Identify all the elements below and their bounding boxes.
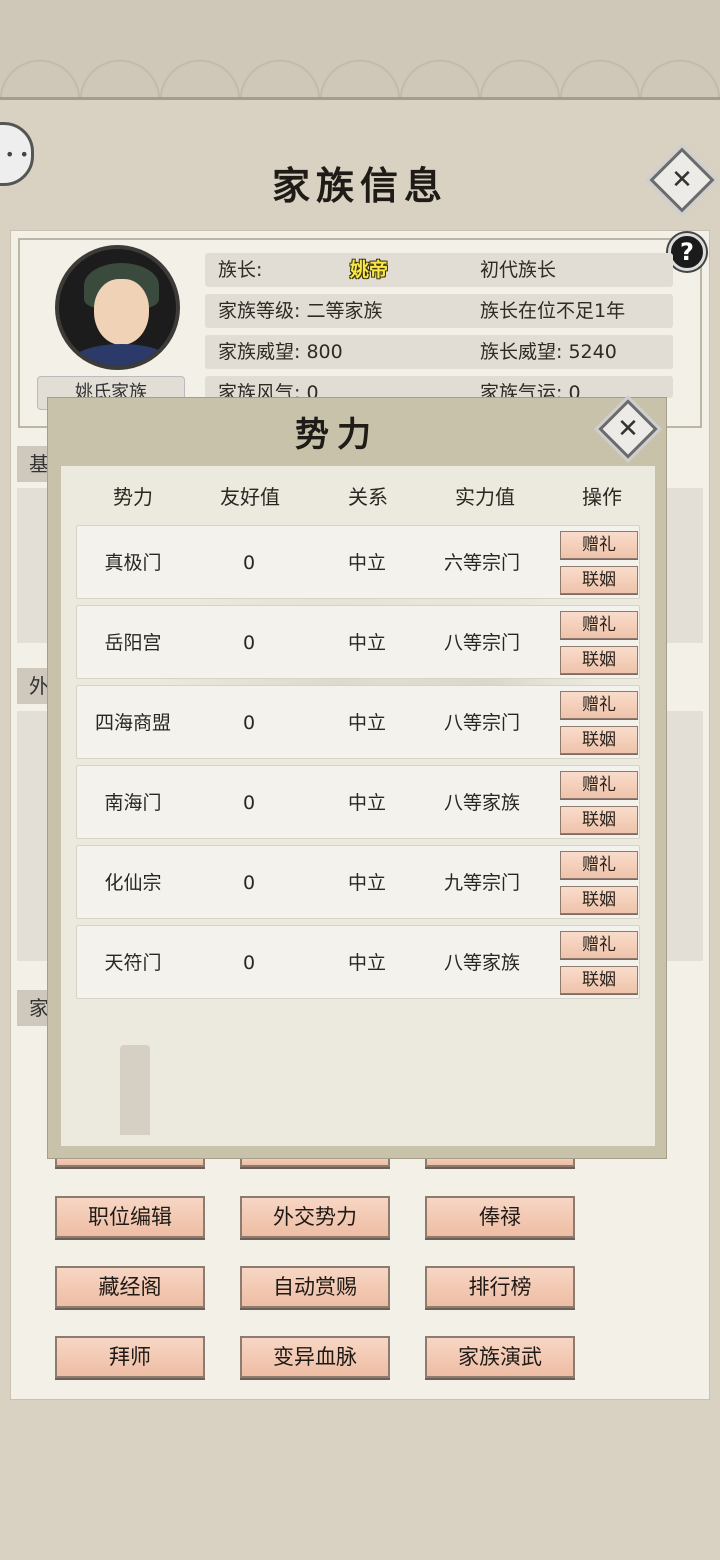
apprentice-button[interactable]: 拜师 xyxy=(55,1336,205,1378)
force-friendship: 0 xyxy=(242,792,256,814)
header-actions: 操作 xyxy=(582,485,622,509)
force-friendship: 0 xyxy=(242,712,256,734)
force-relation: 中立 xyxy=(347,952,386,974)
leader-name[interactable]: 姚帝 xyxy=(350,253,388,287)
gift-button[interactable]: 赠礼 xyxy=(560,531,638,559)
avatar-face xyxy=(94,279,149,345)
force-strength: 八等家族 xyxy=(443,792,520,814)
leaderboard-button[interactable]: 排行榜 xyxy=(425,1266,575,1308)
marriage-button[interactable]: 联姻 xyxy=(560,646,638,674)
header-strength: 实力值 xyxy=(455,485,515,509)
table-row: 真极门 0 中立 六等宗门 赠礼 联姻 xyxy=(76,525,640,599)
force-relation: 中立 xyxy=(347,872,386,894)
marriage-button[interactable]: 联姻 xyxy=(560,886,638,914)
force-strength: 八等宗门 xyxy=(443,712,520,734)
top-banner xyxy=(0,0,720,100)
force-strength: 九等宗门 xyxy=(443,872,520,894)
close-icon: ✕ xyxy=(671,165,693,195)
force-friendship: 0 xyxy=(242,872,256,894)
header-force: 势力 xyxy=(113,485,153,509)
section-basic-tab: 基 xyxy=(17,446,51,482)
info-row-prestige: 家族威望: 800 族长威望: 5240 xyxy=(205,335,673,369)
auto-reward-button[interactable]: 自动赏赐 xyxy=(240,1266,390,1308)
force-name: 真极门 xyxy=(104,552,162,574)
force-relation: 中立 xyxy=(347,792,386,814)
diplomacy-forces-button[interactable]: 外交势力 xyxy=(240,1196,390,1238)
table-row: 岳阳宫 0 中立 八等宗门 赠礼 联姻 xyxy=(76,605,640,679)
gift-button[interactable]: 赠礼 xyxy=(560,611,638,639)
page-title: 家族信息 xyxy=(271,163,448,208)
info-row-leader: 族长: 姚帝 初代族长 xyxy=(205,253,673,287)
pagoda-decoration xyxy=(120,1045,150,1135)
salary-button[interactable]: 俸禄 xyxy=(425,1196,575,1238)
force-strength: 八等宗门 xyxy=(443,632,520,654)
table-row: 南海门 0 中立 八等家族 赠礼 联姻 xyxy=(76,765,640,839)
force-friendship: 0 xyxy=(242,552,256,574)
help-icon[interactable]: ? xyxy=(668,233,706,271)
section-family-tab: 家 xyxy=(17,990,51,1026)
gift-button[interactable]: 赠礼 xyxy=(560,771,638,799)
table-row: 天符门 0 中立 八等家族 赠礼 联姻 xyxy=(76,925,640,999)
force-name: 四海商盟 xyxy=(94,712,171,734)
force-name: 天符门 xyxy=(104,952,162,974)
force-relation: 中立 xyxy=(347,552,386,574)
info-leader-label: 族长: xyxy=(218,259,263,281)
info-family-culture: 家族风气: 0 xyxy=(218,382,319,398)
force-strength: 六等宗门 xyxy=(443,552,520,574)
info-leader-generation: 初代族长 xyxy=(480,259,557,281)
force-relation: 中立 xyxy=(347,632,386,654)
marriage-button[interactable]: 联姻 xyxy=(560,966,638,994)
avatar[interactable] xyxy=(55,245,180,370)
header-friendship: 友好值 xyxy=(220,485,280,509)
position-edit-button[interactable]: 职位编辑 xyxy=(55,1196,205,1238)
header-relation: 关系 xyxy=(348,485,388,509)
section-diplomacy-tab: 外 xyxy=(17,668,51,704)
force-name: 岳阳宫 xyxy=(104,632,162,654)
info-leader-tenure: 族长在位不足1年 xyxy=(480,300,626,322)
info-family-level: 家族等级: 二等家族 xyxy=(218,300,383,322)
marriage-button[interactable]: 联姻 xyxy=(560,806,638,834)
info-leader-prestige: 族长威望: 5240 xyxy=(480,341,617,363)
modal-title: 势力 xyxy=(295,415,379,455)
scripture-pavilion-button[interactable]: 藏经阁 xyxy=(55,1266,205,1308)
force-friendship: 0 xyxy=(242,952,256,974)
table-row: 化仙宗 0 中立 九等宗门 赠礼 联姻 xyxy=(76,845,640,919)
info-row-culture: 家族风气: 0 家族气运: 0 xyxy=(205,376,673,398)
gift-button[interactable]: 赠礼 xyxy=(560,691,638,719)
family-martial-button[interactable]: 家族演武 xyxy=(425,1336,575,1378)
close-icon: ✕ xyxy=(617,414,639,444)
table-row: 四海商盟 0 中立 八等宗门 赠礼 联姻 xyxy=(76,685,640,759)
marriage-button[interactable]: 联姻 xyxy=(560,566,638,594)
gift-button[interactable]: 赠礼 xyxy=(560,851,638,879)
mutant-bloodline-button[interactable]: 变异血脉 xyxy=(240,1336,390,1378)
force-friendship: 0 xyxy=(242,632,256,654)
gift-button[interactable]: 赠礼 xyxy=(560,931,638,959)
marriage-button[interactable]: 联姻 xyxy=(560,726,638,754)
force-strength: 八等家族 xyxy=(443,952,520,974)
info-row-level: 家族等级: 二等家族 族长在位不足1年 xyxy=(205,294,673,328)
info-family-prestige: 家族威望: 800 xyxy=(218,341,343,363)
force-relation: 中立 xyxy=(347,712,386,734)
force-name: 化仙宗 xyxy=(104,872,162,894)
info-family-fortune: 家族气运: 0 xyxy=(480,382,581,398)
force-name: 南海门 xyxy=(104,792,162,814)
